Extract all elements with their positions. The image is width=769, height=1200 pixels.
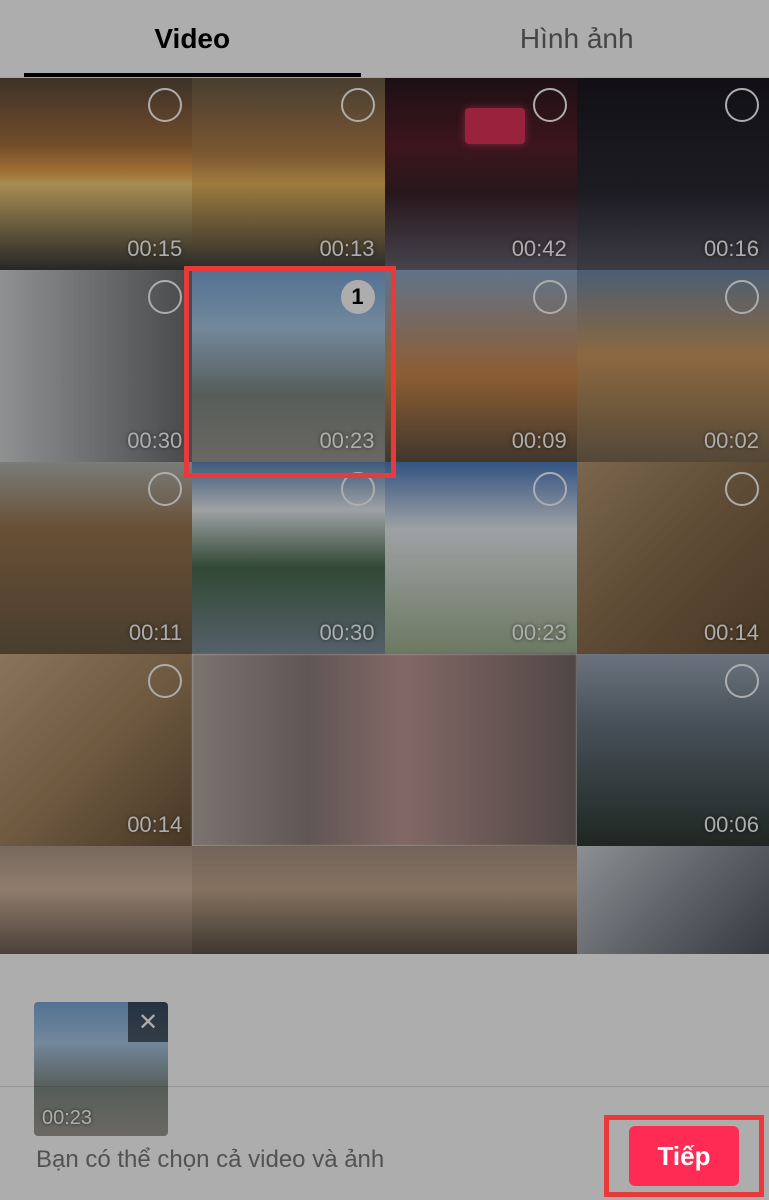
footer-hint: Bạn có thể chọn cả video và ảnh [36, 1146, 384, 1174]
video-thumbnail[interactable] [0, 846, 192, 954]
video-thumbnail[interactable]: 00:23 [385, 462, 577, 654]
video-thumbnail[interactable]: 1 00:23 [192, 270, 384, 462]
video-thumbnail[interactable]: 00:15 [0, 78, 192, 270]
video-thumbnail[interactable]: 00:06 [577, 654, 769, 846]
media-grid: 00:15 00:13 00:42 00:16 00:30 1 00:23 00:09 00:0… [0, 78, 769, 954]
video-duration: 00:14 [704, 620, 759, 646]
selection-circle-icon[interactable] [533, 88, 567, 122]
tab-video[interactable]: Video [0, 0, 385, 77]
video-duration: 00:16 [704, 236, 759, 262]
video-duration: 00:15 [127, 236, 182, 262]
selected-thumbnail[interactable]: ✕ 00:23 [34, 1002, 168, 1136]
video-duration: 00:42 [512, 236, 567, 262]
video-thumbnail[interactable] [577, 846, 769, 954]
video-thumbnail[interactable]: 00:30 [0, 270, 192, 462]
video-thumbnail[interactable]: 00:14 [0, 654, 192, 846]
video-thumbnail[interactable]: 00:09 [385, 270, 577, 462]
selection-circle-icon[interactable] [148, 664, 182, 698]
video-thumbnail[interactable] [192, 654, 577, 846]
video-duration: 00:23 [319, 428, 374, 454]
selection-circle-icon[interactable] [725, 472, 759, 506]
selection-badge[interactable]: 1 [341, 280, 375, 314]
selection-circle-icon[interactable] [533, 280, 567, 314]
divider [0, 1086, 769, 1087]
selection-circle-icon[interactable] [341, 88, 375, 122]
selection-circle-icon[interactable] [725, 280, 759, 314]
video-thumbnail[interactable]: 00:14 [577, 462, 769, 654]
video-thumbnail[interactable]: 00:42 [385, 78, 577, 270]
video-thumbnail[interactable] [385, 846, 577, 954]
video-duration: 00:02 [704, 428, 759, 454]
video-thumbnail[interactable]: 00:30 [192, 462, 384, 654]
selection-circle-icon[interactable] [725, 88, 759, 122]
selection-circle-icon[interactable] [533, 472, 567, 506]
video-thumbnail[interactable]: 00:16 [577, 78, 769, 270]
video-duration: 00:11 [129, 620, 182, 646]
remove-selection-button[interactable]: ✕ [128, 1002, 168, 1042]
video-duration: 00:13 [319, 236, 374, 262]
video-duration: 00:14 [127, 812, 182, 838]
selected-thumbnail-duration: 00:23 [42, 1107, 92, 1130]
video-thumbnail[interactable]: 00:11 [0, 462, 192, 654]
selection-circle-icon[interactable] [725, 664, 759, 698]
selection-circle-icon[interactable] [148, 280, 182, 314]
media-tabs: Video Hình ảnh [0, 0, 769, 78]
video-thumbnail[interactable]: 00:13 [192, 78, 384, 270]
video-duration: 00:30 [319, 620, 374, 646]
video-duration: 00:23 [512, 620, 567, 646]
selection-circle-icon[interactable] [148, 88, 182, 122]
next-button[interactable]: Tiếp [629, 1126, 739, 1186]
video-duration: 00:06 [704, 812, 759, 838]
tab-image[interactable]: Hình ảnh [385, 0, 769, 77]
video-thumbnail[interactable] [192, 846, 384, 954]
video-thumbnail[interactable]: 00:02 [577, 270, 769, 462]
selection-circle-icon[interactable] [148, 472, 182, 506]
video-duration: 00:30 [127, 428, 182, 454]
video-duration: 00:09 [512, 428, 567, 454]
selection-circle-icon[interactable] [341, 472, 375, 506]
